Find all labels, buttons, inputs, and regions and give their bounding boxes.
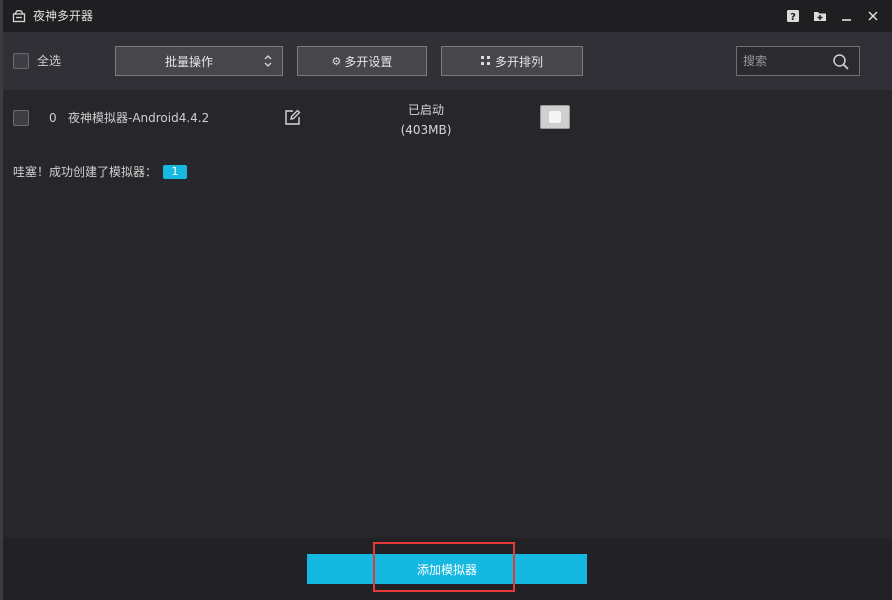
emulator-status: 已启动 (403MB) — [381, 100, 471, 140]
toolbar: 全选 批量操作 ⚙ 多开设置 多开排列 搜索 — [3, 32, 892, 90]
emulator-list: 0 夜神模拟器-Android4.4.2 已启动 (403MB) 哇塞！成功创建… — [3, 90, 892, 538]
add-emulator-button[interactable]: 添加模拟器 — [307, 554, 587, 584]
stop-button[interactable] — [540, 105, 570, 129]
minimize-icon[interactable] — [839, 8, 855, 24]
svg-text:?: ? — [790, 12, 796, 23]
batch-operation-label: 批量操作 — [164, 54, 213, 69]
memory-usage: (403MB) — [400, 123, 452, 137]
app-icon — [12, 9, 26, 23]
list-item: 0 夜神模拟器-Android4.4.2 已启动 (403MB) — [3, 90, 892, 146]
row-checkbox[interactable] — [13, 110, 29, 126]
emulator-index: 0 — [49, 111, 57, 125]
multi-settings-label: 多开设置 — [344, 54, 393, 69]
help-icon[interactable]: ? — [785, 8, 801, 24]
chevron-updown-icon — [263, 54, 273, 71]
multi-instance-window: 夜神多开器 ? 全选 批量操作 ⚙ 多开设置 多开排列 搜索 0 夜神模拟器-A… — [3, 0, 892, 600]
select-all-checkbox[interactable] — [13, 53, 29, 69]
gear-icon: ⚙ — [331, 54, 342, 68]
edit-icon[interactable] — [284, 109, 301, 129]
window-title: 夜神多开器 — [33, 9, 94, 23]
footer: 添加模拟器 — [3, 538, 892, 600]
emulator-name: 夜神模拟器-Android4.4.2 — [68, 111, 210, 125]
arrange-label: 多开排列 — [494, 54, 543, 69]
close-icon[interactable] — [865, 8, 881, 24]
title-bar: 夜神多开器 ? — [3, 0, 892, 32]
batch-operation-dropdown[interactable]: 批量操作 — [115, 46, 283, 76]
search-icon[interactable] — [832, 53, 850, 71]
grid-icon — [480, 56, 491, 66]
search-box — [736, 46, 860, 76]
import-icon[interactable] — [812, 8, 828, 24]
search-input[interactable] — [743, 52, 827, 70]
count-badge: 1 — [163, 165, 187, 179]
status-text: 已启动 — [407, 103, 444, 117]
arrange-button[interactable]: 多开排列 — [441, 46, 583, 76]
stop-icon — [549, 111, 561, 123]
select-all-label[interactable]: 全选 — [37, 53, 61, 69]
notice-text: 哇塞！成功创建了模拟器： — [13, 165, 158, 179]
multi-settings-button[interactable]: ⚙ 多开设置 — [297, 46, 427, 76]
